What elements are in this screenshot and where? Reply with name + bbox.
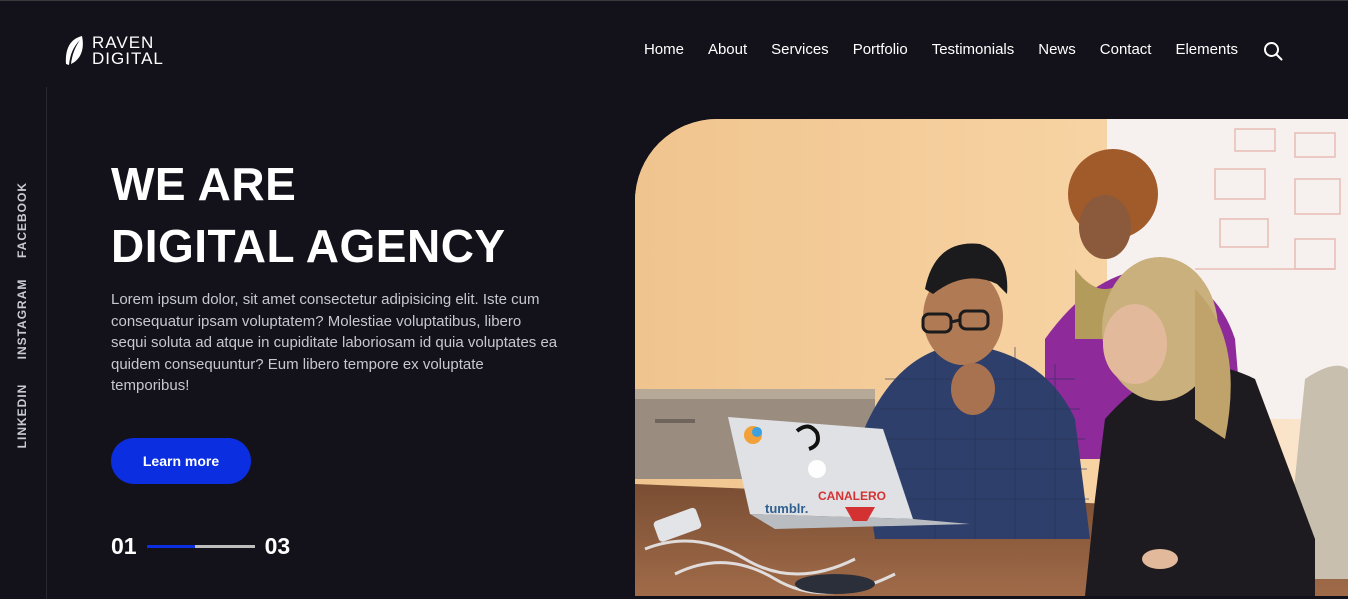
brand-name: RAVEN DIGITAL xyxy=(92,34,164,68)
brand-logo[interactable]: RAVEN DIGITAL xyxy=(64,34,164,68)
nav-contact[interactable]: Contact xyxy=(1100,41,1152,58)
hero-title: WE ARE DIGITAL AGENCY xyxy=(111,153,506,277)
canalero-sticker-text: CANALERO xyxy=(818,489,886,503)
slide-progress-fill xyxy=(146,545,196,548)
learn-more-button[interactable]: Learn more xyxy=(111,438,251,484)
hero-title-line1: WE ARE xyxy=(111,158,297,210)
slide-total: 03 xyxy=(264,533,291,559)
social-instagram-label: INSTAGRAM xyxy=(15,278,29,360)
hero-photo: tumblr. CANALERO xyxy=(635,119,1348,596)
search-icon xyxy=(1264,42,1283,61)
rail-divider xyxy=(46,87,47,599)
social-facebook[interactable]: FACEBOOK xyxy=(14,181,30,259)
main-nav: Home About Services Portfolio Testimonia… xyxy=(644,41,1238,58)
slide-current: 01 xyxy=(111,533,137,559)
brand-line2: DIGITAL xyxy=(92,49,164,68)
nav-home[interactable]: Home xyxy=(644,41,684,58)
nav-about[interactable]: About xyxy=(708,41,747,58)
feather-logo-icon xyxy=(65,36,83,65)
search-button[interactable] xyxy=(1263,41,1283,61)
hero-photo-illustration: tumblr. CANALERO xyxy=(635,119,1348,596)
hero-title-line2: DIGITAL AGENCY xyxy=(111,220,506,272)
slide-indicator: 01 03 xyxy=(111,533,290,560)
tumblr-sticker-text: tumblr. xyxy=(765,501,808,516)
hero-description: Lorem ipsum dolor, sit amet consectetur … xyxy=(111,291,558,394)
social-instagram[interactable]: INSTAGRAM xyxy=(14,277,30,361)
slide-progress-track[interactable] xyxy=(146,545,255,548)
nav-testimonials[interactable]: Testimonials xyxy=(932,41,1015,58)
nav-portfolio[interactable]: Portfolio xyxy=(853,41,908,58)
nav-services[interactable]: Services xyxy=(771,41,829,58)
nav-news[interactable]: News xyxy=(1038,41,1076,58)
social-facebook-label: FACEBOOK xyxy=(15,181,29,259)
social-linkedin[interactable]: LINKEDIN xyxy=(14,383,30,449)
social-linkedin-label: LINKEDIN xyxy=(15,383,29,449)
nav-elements[interactable]: Elements xyxy=(1175,41,1238,58)
